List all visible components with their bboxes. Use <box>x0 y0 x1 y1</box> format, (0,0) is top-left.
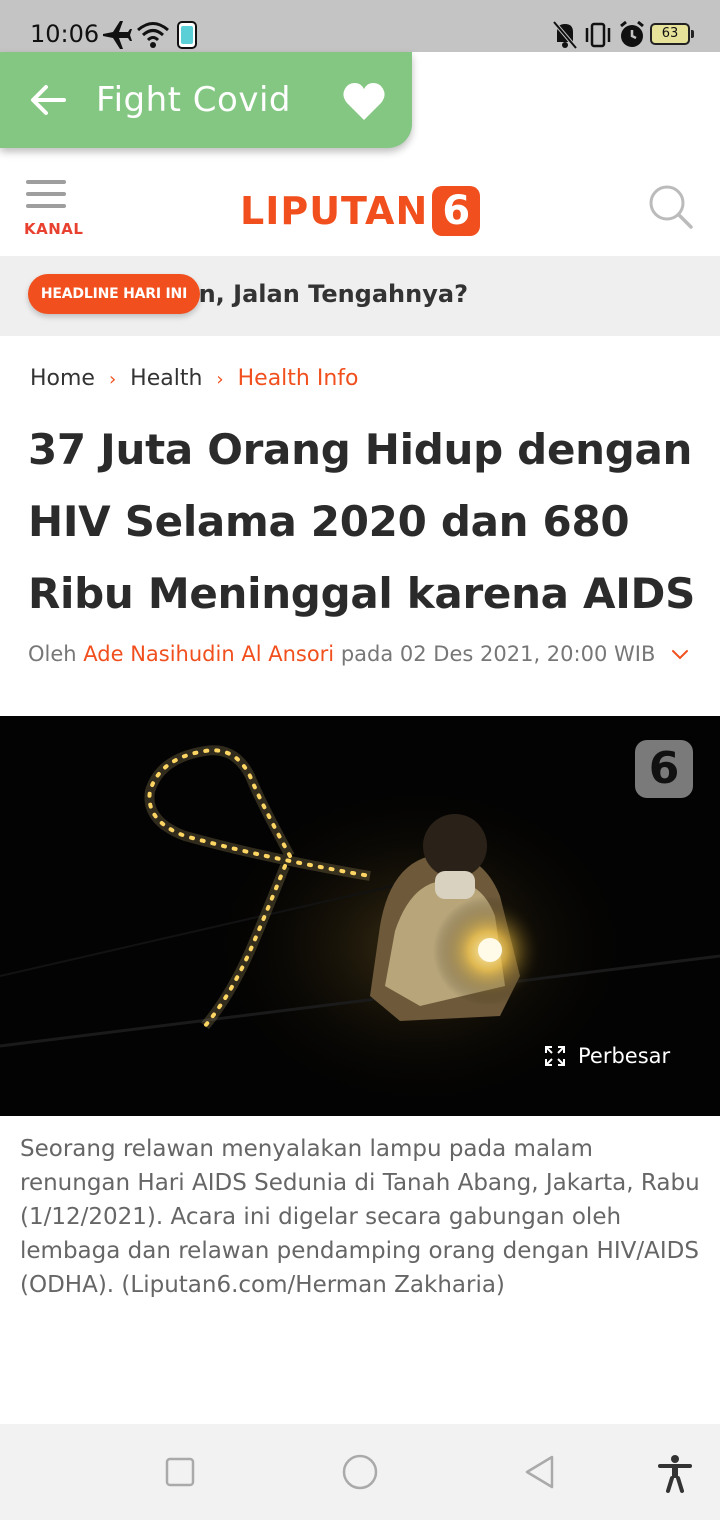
kanal-label: KANAL <box>24 220 84 238</box>
wifi-icon <box>137 22 169 48</box>
liputan6-logo[interactable]: LIPUTAN 6 <box>240 186 481 236</box>
headline-badge: HEADLINE HARI INI <box>28 274 200 314</box>
topic-title: Fight Covid <box>96 80 291 120</box>
expand-icon <box>545 1046 565 1066</box>
article-byline: Oleh Ade Nasihudin Al Ansori pada 02 Des… <box>28 642 655 666</box>
status-time: 10:06 <box>30 20 100 48</box>
back-icon[interactable] <box>522 1454 558 1490</box>
breadcrumb-health-info[interactable]: Health Info <box>238 366 359 391</box>
vibrate-icon <box>585 22 611 48</box>
liputan6-watermark: 6 <box>635 740 693 798</box>
battery-icon: 63 <box>650 23 694 45</box>
recents-icon[interactable] <box>164 1454 196 1490</box>
search-icon[interactable] <box>648 184 694 230</box>
breadcrumb-health[interactable]: Health <box>130 366 202 391</box>
home-icon[interactable] <box>340 1454 380 1490</box>
breadcrumb-home[interactable]: Home <box>30 366 95 391</box>
breadcrumb-chevron-icon: › <box>216 369 224 390</box>
headline-ticker[interactable]: ggaran, Jalan Tengahnya? HEADLINE HARI I… <box>0 256 720 336</box>
heart-icon[interactable] <box>342 80 386 122</box>
back-arrow-icon[interactable] <box>28 80 68 120</box>
image-caption: Seorang relawan menyalakan lampu pada ma… <box>20 1136 700 1298</box>
accessibility-icon[interactable] <box>656 1454 694 1494</box>
airplane-icon <box>103 21 132 49</box>
alarm-icon <box>620 20 644 47</box>
topic-bar: Fight Covid <box>0 52 412 148</box>
logo-text: LIPUTAN <box>240 189 429 233</box>
logo-number: 6 <box>432 186 481 236</box>
article-hero-image[interactable]: 6 Perbesar <box>0 716 720 1116</box>
breadcrumb-chevron-icon: › <box>108 369 117 390</box>
system-nav-bar <box>0 1424 720 1520</box>
article-title: 37 Juta Orang Hidup dengan HIV Selama 20… <box>28 425 696 618</box>
author-link[interactable]: Ade Nasihudin Al Ansori <box>83 642 334 666</box>
phone-icon <box>177 21 197 49</box>
publish-date: pada 02 Des 2021, 20:00 WIB <box>340 642 656 666</box>
mute-icon <box>552 20 578 50</box>
byline-prefix: Oleh <box>28 642 77 666</box>
kanal-menu-button[interactable]: KANAL <box>22 178 92 238</box>
breadcrumb: Home › Health › Health Info <box>30 366 359 391</box>
chevron-down-icon[interactable] <box>670 648 690 662</box>
enlarge-button[interactable]: Perbesar <box>544 1044 670 1068</box>
enlarge-label: Perbesar <box>578 1044 671 1068</box>
